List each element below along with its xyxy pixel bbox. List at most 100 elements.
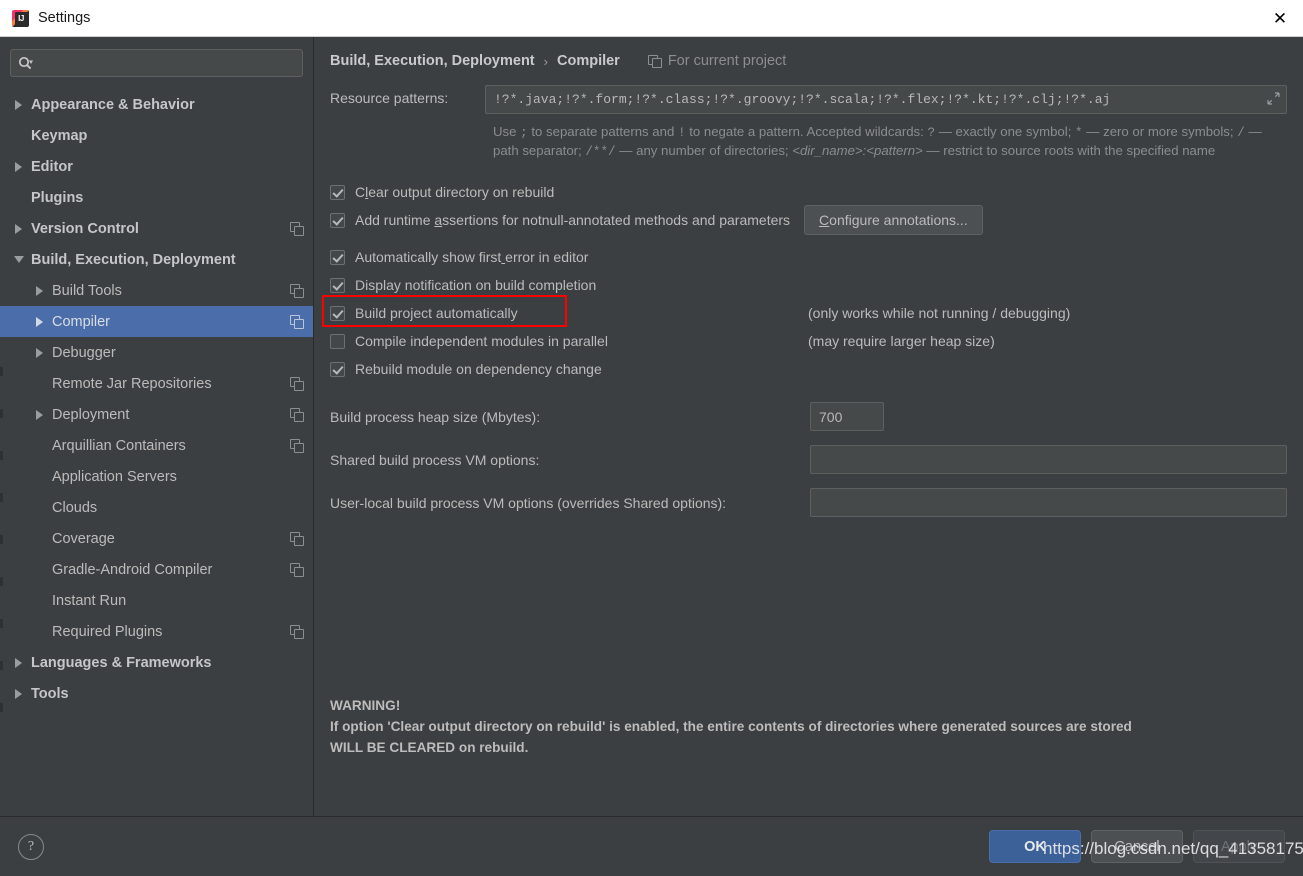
dialog-footer: ? OK Cancel Apply: [0, 816, 1303, 876]
sidebar-item-label: Build, Execution, Deployment: [31, 251, 236, 268]
sidebar-item-plugins[interactable]: Plugins: [0, 182, 313, 213]
checkbox-rebuild-module-on-dependency-change[interactable]: [330, 361, 345, 377]
settings-tree: Appearance & Behavior Keymap Editor Plugins…: [0, 87, 313, 816]
sidebar-item-label: Editor: [31, 158, 73, 175]
checkbox-label[interactable]: Display notification on build completion: [355, 277, 596, 293]
breadcrumb-root[interactable]: Build, Execution, Deployment: [330, 53, 535, 69]
sidebar-item-label: Build Tools: [52, 282, 122, 299]
chevron-right-icon[interactable]: [12, 98, 25, 111]
field-row: User-local build process VM options (ove…: [330, 487, 1287, 518]
sidebar-item-label: Debugger: [52, 344, 116, 361]
sidebar-item-label: Gradle-Android Compiler: [52, 561, 213, 578]
sidebar-item-label: Instant Run: [52, 592, 127, 609]
field-label: Build process heap size (Mbytes):: [330, 408, 541, 425]
resource-patterns-hint: Use ; to separate patterns and ! to nega…: [493, 124, 1262, 159]
sidebar-item-debugger[interactable]: Debugger: [0, 337, 313, 368]
settings-sidebar: Appearance & Behavior Keymap Editor Plugins…: [0, 37, 314, 816]
sidebar-item-label: Languages & Frameworks: [31, 654, 212, 671]
sidebar-item-coverage[interactable]: Coverage: [0, 523, 313, 554]
checkbox-row: Add runtime assertions for notnull-annot…: [330, 205, 1287, 235]
resource-patterns-input[interactable]: !?*.java;!?*.form;!?*.class;!?*.groovy;!…: [485, 85, 1287, 114]
checkbox-compile-independent-modules-in-parallel[interactable]: [330, 333, 345, 349]
sidebar-item-keymap[interactable]: Keymap: [0, 120, 313, 151]
sidebar-item-build-execution-deployment[interactable]: Build, Execution, Deployment: [0, 244, 313, 275]
chevron-right-icon[interactable]: [12, 222, 25, 235]
checkbox-build-project-automatically[interactable]: [330, 305, 345, 321]
copy-icon: [290, 284, 304, 298]
sidebar-item-deployment[interactable]: Deployment: [0, 399, 313, 430]
sidebar-item-clouds[interactable]: Clouds: [0, 492, 313, 523]
field-value: 700: [819, 408, 843, 425]
checkbox-label[interactable]: Add runtime assertions for notnull-annot…: [355, 212, 790, 228]
chevron-right-icon[interactable]: [33, 346, 46, 359]
breadcrumb: Build, Execution, Deployment › Compiler …: [330, 53, 1287, 69]
checkbox-row: Compile independent modules in parallel (…: [330, 327, 1287, 355]
chevron-right-icon[interactable]: [12, 160, 25, 173]
sidebar-item-application-servers[interactable]: Application Servers: [0, 461, 313, 492]
search-input[interactable]: [38, 54, 295, 72]
warning-line-3: WILL BE CLEARED on rebuild.: [330, 740, 529, 755]
checkbox-automatically-show-first-error-in-editor[interactable]: [330, 249, 345, 265]
chevron-right-icon[interactable]: [33, 284, 46, 297]
chevron-down-icon[interactable]: [12, 253, 25, 266]
field-label: User-local build process VM options (ove…: [330, 494, 727, 511]
configure-annotations-button[interactable]: Configure annotations...: [804, 205, 983, 235]
chevron-right-icon[interactable]: [33, 408, 46, 421]
sidebar-item-appearance-behavior[interactable]: Appearance & Behavior: [0, 89, 313, 120]
copy-icon: [290, 408, 304, 422]
sidebar-item-label: Version Control: [31, 220, 139, 237]
sidebar-item-label: Keymap: [31, 127, 88, 144]
resource-patterns-label: Resource patterns:: [330, 90, 449, 106]
field-input-user-local-build-process-vm-options-overrides-shared-options[interactable]: [810, 488, 1287, 517]
copy-icon: [290, 315, 304, 329]
close-icon[interactable]: ✕: [1257, 0, 1303, 36]
ok-button[interactable]: OK: [989, 830, 1081, 863]
chevron-right-icon[interactable]: [12, 687, 25, 700]
checkbox-label[interactable]: Compile independent modules in parallel: [355, 333, 608, 349]
checkbox-label[interactable]: Clear output directory on rebuild: [355, 184, 554, 200]
copy-icon: [290, 222, 304, 236]
checkbox-row: Display notification on build completion: [330, 271, 1287, 299]
sidebar-item-remote-jar-repositories[interactable]: Remote Jar Repositories: [0, 368, 313, 399]
sidebar-edge-ticks: [0, 37, 3, 816]
copy-icon: [290, 439, 304, 453]
sidebar-item-gradle-android-compiler[interactable]: Gradle-Android Compiler: [0, 554, 313, 585]
cancel-button[interactable]: Cancel: [1091, 830, 1183, 863]
sidebar-item-label: Clouds: [52, 499, 98, 516]
copy-icon: [290, 377, 304, 391]
sidebar-item-label: Coverage: [52, 530, 115, 547]
expand-icon[interactable]: [1267, 91, 1280, 108]
sidebar-item-required-plugins[interactable]: Required Plugins: [0, 616, 313, 647]
search-icon: [18, 56, 33, 71]
sidebar-item-label: Compiler: [52, 313, 111, 330]
copy-icon: [290, 563, 304, 577]
search-box[interactable]: [10, 49, 303, 77]
checkbox-label[interactable]: Build project automatically: [355, 305, 518, 321]
sidebar-item-arquillian-containers[interactable]: Arquillian Containers: [0, 430, 313, 461]
checkbox-display-notification-on-build-completion[interactable]: [330, 277, 345, 293]
checkbox-clear-output-directory-on-rebuild[interactable]: [330, 184, 345, 200]
breadcrumb-separator-icon: ›: [543, 53, 548, 69]
copy-icon: [647, 54, 662, 68]
checkbox-label[interactable]: Automatically show first error in editor: [355, 249, 588, 265]
checkbox-add-runtime-assertions-for-notnull-annotated-methods-and-parameters[interactable]: [330, 212, 345, 228]
sidebar-item-languages-frameworks[interactable]: Languages & Frameworks: [0, 647, 313, 678]
field-input-shared-build-process-vm-options[interactable]: [810, 445, 1287, 474]
help-button[interactable]: ?: [18, 833, 44, 860]
field-input-build-process-heap-size-mbytes[interactable]: 700: [810, 402, 884, 431]
sidebar-item-build-tools[interactable]: Build Tools: [0, 275, 313, 306]
sidebar-item-tools[interactable]: Tools: [0, 678, 313, 709]
parallel-compile-note: (may require larger heap size): [808, 333, 995, 349]
copy-icon: [290, 532, 304, 546]
sidebar-item-instant-run[interactable]: Instant Run: [0, 585, 313, 616]
field-label: Shared build process VM options:: [330, 451, 540, 468]
sidebar-item-compiler[interactable]: Compiler: [0, 306, 313, 337]
chevron-right-icon[interactable]: [12, 656, 25, 669]
sidebar-item-version-control[interactable]: Version Control: [0, 213, 313, 244]
title-bar: IJ Settings ✕: [0, 0, 1303, 37]
checkbox-row: Rebuild module on dependency change: [330, 355, 1287, 383]
sidebar-item-editor[interactable]: Editor: [0, 151, 313, 182]
checkbox-row: Automatically show first error in editor: [330, 243, 1287, 271]
chevron-right-icon[interactable]: [33, 315, 46, 328]
checkbox-label[interactable]: Rebuild module on dependency change: [355, 361, 602, 377]
